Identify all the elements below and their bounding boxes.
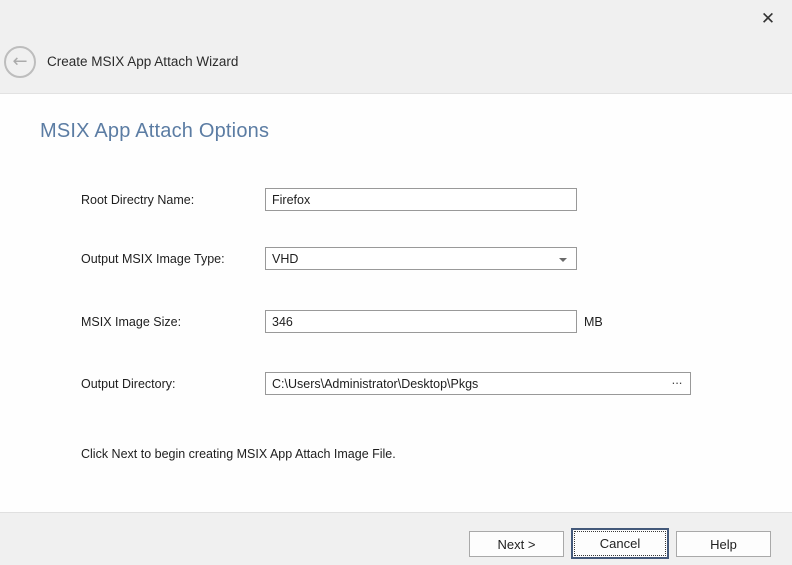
next-button[interactable]: Next > xyxy=(469,531,564,557)
page-title: MSIX App Attach Options xyxy=(40,120,269,143)
close-icon[interactable]: ✕ xyxy=(754,5,782,33)
output-directory-label: Output Directory: xyxy=(81,372,175,395)
image-type-label: Output MSIX Image Type: xyxy=(81,247,225,270)
image-size-input[interactable] xyxy=(265,310,577,333)
browse-icon[interactable]: ... xyxy=(667,373,687,394)
output-directory-field: ... xyxy=(265,372,691,395)
root-directory-input[interactable] xyxy=(265,188,577,211)
root-directory-label: Root Directry Name: xyxy=(81,188,194,211)
chevron-down-icon xyxy=(559,258,567,262)
back-arrow-icon: ← xyxy=(12,53,27,71)
image-type-value: VHD xyxy=(272,252,298,266)
cancel-button[interactable]: Cancel xyxy=(571,528,669,559)
instruction-text: Click Next to begin creating MSIX App At… xyxy=(81,447,396,461)
wizard-title: Create MSIX App Attach Wizard xyxy=(47,54,238,69)
output-directory-input[interactable] xyxy=(265,372,691,395)
output-directory-row: Output Directory: ... xyxy=(0,372,792,395)
wizard-content: MSIX App Attach Options Root Directry Na… xyxy=(0,95,792,512)
image-size-label: MSIX Image Size: xyxy=(81,310,181,333)
image-size-unit: MB xyxy=(584,310,603,333)
help-button[interactable]: Help xyxy=(676,531,771,557)
wizard-window: ✕ ← Create MSIX App Attach Wizard MSIX A… xyxy=(0,0,792,565)
image-type-dropdown[interactable]: VHD xyxy=(265,247,577,270)
image-type-row: Output MSIX Image Type: VHD xyxy=(0,247,792,270)
image-size-row: MSIX Image Size: MB xyxy=(0,310,792,333)
back-button[interactable]: ← xyxy=(4,46,36,78)
button-bar: Next > Cancel Help xyxy=(0,512,792,565)
wizard-header: ✕ ← Create MSIX App Attach Wizard xyxy=(0,0,792,94)
root-directory-row: Root Directry Name: xyxy=(0,188,792,211)
